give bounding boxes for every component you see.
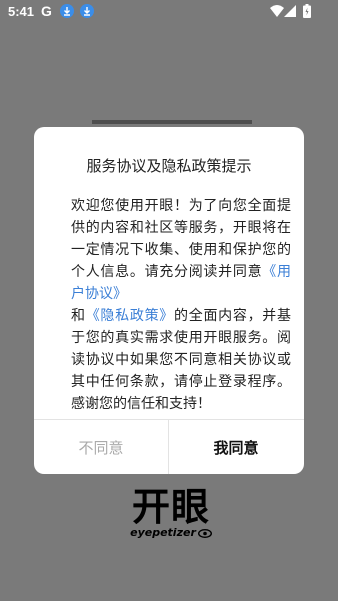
body-text: 欢迎您使用开眼！为了向您全面提供的内容和社区等服务，开眼将在一定情况下收集、使用… [71, 198, 291, 280]
wifi-icon [270, 5, 284, 17]
brand-logo: 开眼 eyepetizer [125, 486, 217, 540]
battery-icon [303, 4, 311, 18]
cellular-signal-icon [284, 5, 296, 17]
google-icon: G [41, 3, 52, 19]
privacy-dialog: 服务协议及隐私政策提示 欢迎您使用开眼！为了向您全面提供的内容和社区等服务，开眼… [34, 127, 304, 474]
brand-name-en-row: eyepetizer [125, 526, 217, 540]
download-notification-icon [80, 4, 94, 18]
dialog-body[interactable]: 欢迎您使用开眼！为了向您全面提供的内容和社区等服务，开眼将在一定情况下收集、使用… [71, 195, 291, 415]
brand-name-en: eyepetizer [130, 526, 196, 539]
brand-name-cn: 开眼 [131, 485, 210, 529]
disagree-button[interactable]: 不同意 [34, 420, 168, 474]
status-time: 5:41 [8, 4, 35, 19]
status-bar: 5:41 G [0, 0, 338, 24]
eye-icon [197, 528, 212, 538]
download-notification-icon [60, 4, 74, 18]
dialog-title: 服务协议及隐私政策提示 [86, 157, 252, 175]
agree-button[interactable]: 我同意 [169, 420, 303, 474]
privacy-policy-link[interactable]: 《隐私政策》 [86, 308, 174, 324]
body-text: 和 [71, 308, 86, 324]
